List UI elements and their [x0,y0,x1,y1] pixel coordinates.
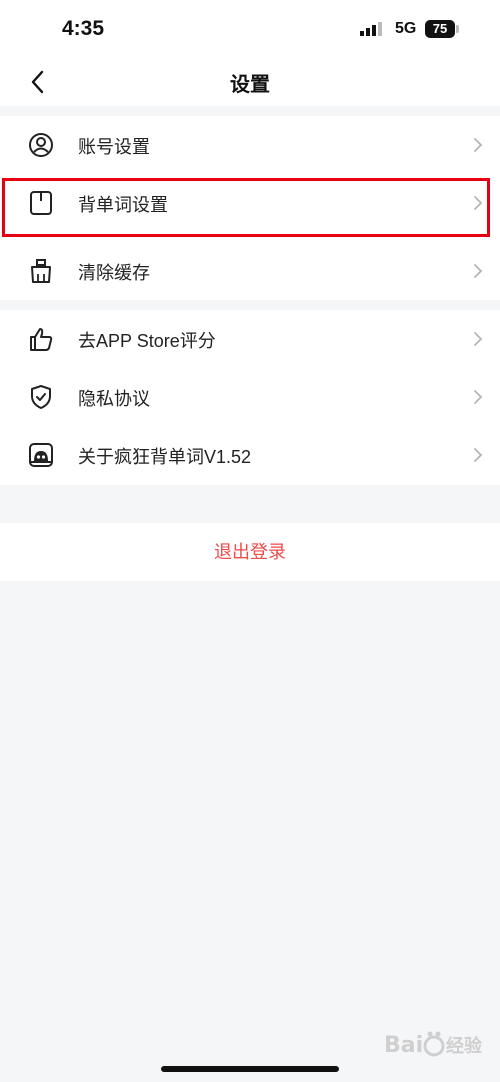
chevron-right-icon [474,138,483,152]
broom-icon [31,259,51,283]
app-logo-icon [29,443,53,467]
status-time: 4:35 [62,17,105,40]
row-label: 隐私协议 [78,389,150,409]
bookmark-icon [30,191,52,215]
svg-text:Bai: Bai [384,1033,423,1058]
row-about[interactable]: 关于疯狂背单词V1.52 [0,426,500,484]
chevron-right-icon [474,448,483,462]
chevron-right-icon [474,390,483,404]
row-label: 账号设置 [78,137,150,157]
svg-text:经验: 经验 [446,1035,483,1057]
chevron-right-icon [474,332,483,346]
battery-tip [456,25,459,33]
page-title: 设置 [230,74,270,96]
baidu-watermark-logo: Bai 经验 [384,1031,483,1058]
nav-bar: 设置 [0,58,500,106]
settings-group-2: 去APP Store评分 隐私协议 关于疯狂背单词V1.52 [0,310,500,485]
home-indicator[interactable] [161,1066,339,1072]
settings-group-1: 账号设置 背单词设置 清除缓存 [0,116,500,300]
row-rate-app[interactable]: 去APP Store评分 [0,310,500,368]
row-label: 关于疯狂背单词V1.52 [78,447,252,467]
network-label: 5G [395,20,417,37]
logout-button[interactable]: 退出登录 [0,523,500,581]
row-label: 清除缓存 [78,263,150,283]
chevron-right-icon [474,196,483,210]
row-clear-cache[interactable]: 清除缓存 [0,242,500,300]
row-label: 去APP Store评分 [78,331,216,351]
thumbs-up-icon [30,328,53,351]
row-label: 背单词设置 [78,195,168,215]
signal-icon [360,22,382,36]
row-account-settings[interactable]: 账号设置 [0,116,500,174]
account-icon [29,133,53,157]
battery-icon: 75 [425,20,455,38]
shield-icon [31,385,51,409]
row-word-settings[interactable]: 背单词设置 [0,174,500,232]
row-privacy[interactable]: 隐私协议 [0,368,500,426]
status-bar: 4:35 5G 75 [0,0,500,58]
chevron-right-icon [474,264,483,278]
